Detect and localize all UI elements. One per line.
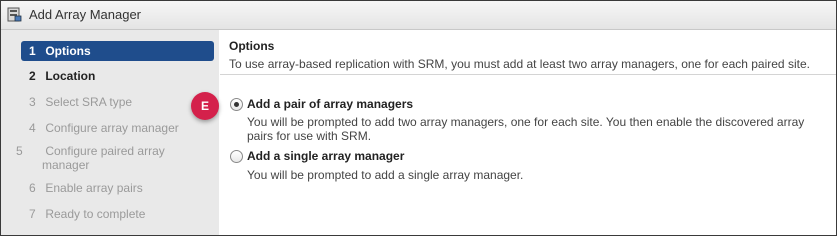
- wizard-steps-sidebar: 1 Options 2 Location 3 Select SRA type 4…: [1, 30, 219, 235]
- add-array-manager-dialog: Add Array Manager 1 Options 2 Location 3…: [0, 0, 837, 236]
- step-label: Enable array pairs: [45, 181, 143, 195]
- section-description: To use array-based replication with SRM,…: [229, 57, 810, 71]
- single-array-manager-radio[interactable]: [230, 150, 243, 163]
- step-label: Options: [45, 44, 91, 58]
- step-number: 7: [29, 207, 36, 221]
- step-number: 4: [29, 121, 36, 135]
- step-enable-array-pairs: 6 Enable array pairs: [21, 181, 214, 195]
- step-configure-array-manager: 4 Configure array manager: [21, 121, 214, 135]
- step-number: 3: [29, 95, 36, 109]
- step-label: Configure paired array manager: [42, 144, 165, 172]
- step-number: 1: [29, 44, 36, 58]
- step-label: Ready to complete: [45, 207, 146, 221]
- step-number: 5: [16, 144, 23, 158]
- title-bar: Add Array Manager: [1, 1, 836, 30]
- pair-array-managers-radio[interactable]: [230, 98, 243, 111]
- callout-marker: E: [191, 92, 219, 120]
- pair-array-managers-description: You will be prompted to add two array ma…: [247, 115, 805, 143]
- step-location[interactable]: 2 Location: [21, 69, 214, 83]
- pair-array-managers-label[interactable]: Add a pair of array managers: [247, 97, 413, 111]
- single-array-manager-description: You will be prompted to add a single arr…: [247, 168, 524, 182]
- window-title: Add Array Manager: [29, 7, 142, 22]
- divider: [220, 74, 836, 75]
- step-options[interactable]: 1 Options: [21, 41, 214, 61]
- section-title: Options: [229, 39, 275, 53]
- step-select-sra-type: 3 Select SRA type: [21, 95, 214, 109]
- array-manager-icon: [7, 7, 22, 22]
- step-label: Configure array manager: [45, 121, 179, 135]
- step-configure-paired-array-manager: 5 Configure paired array manager: [16, 144, 191, 172]
- step-label: Select SRA type: [45, 95, 133, 109]
- step-number: 2: [29, 69, 36, 83]
- step-number: 6: [29, 181, 36, 195]
- step-label: Location: [45, 69, 96, 83]
- step-ready-to-complete: 7 Ready to complete: [21, 207, 214, 221]
- options-panel: Options To use array-based replication w…: [220, 30, 836, 235]
- single-array-manager-label[interactable]: Add a single array manager: [247, 149, 404, 163]
